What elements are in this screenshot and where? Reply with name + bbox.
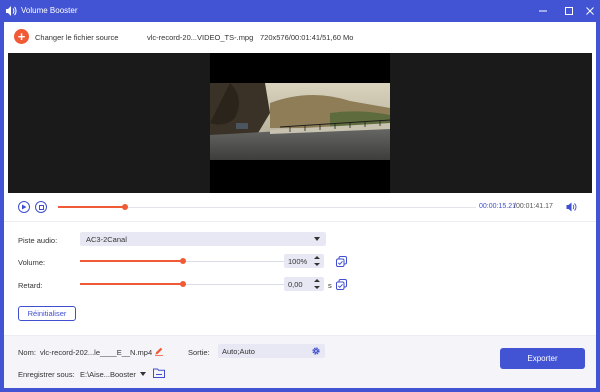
playback-controls: 00:00:15.21 /00:01:41.17 bbox=[8, 195, 592, 219]
apply-all-icon[interactable] bbox=[336, 279, 347, 290]
export-button[interactable]: Exporter bbox=[500, 348, 585, 369]
title-bar: Volume Booster bbox=[0, 0, 600, 22]
current-time: 00:00:15.21 bbox=[479, 203, 516, 210]
speaker-icon[interactable] bbox=[566, 202, 577, 214]
folder-icon[interactable] bbox=[153, 367, 165, 380]
play-icon[interactable] bbox=[18, 201, 30, 213]
output-format-field[interactable]: Auto;Auto bbox=[218, 344, 325, 358]
volume-fill bbox=[80, 260, 183, 262]
edit-icon[interactable] bbox=[154, 346, 164, 358]
source-file-info: 720x576/00:01:41/51,60 Mo bbox=[260, 33, 354, 42]
window-title: Volume Booster bbox=[21, 6, 78, 15]
close-icon[interactable] bbox=[583, 4, 597, 18]
speaker-app-icon bbox=[5, 5, 17, 17]
source-file-name: vlc-record-20...VIDEO_TS-.mpg bbox=[147, 33, 254, 42]
add-file-icon[interactable]: + bbox=[14, 29, 29, 44]
change-source-button[interactable]: Changer le fichier source bbox=[35, 33, 118, 42]
output-footer: Nom: vlc-record-202...le____E__N.mp4 Sor… bbox=[4, 335, 596, 388]
file-bar: + Changer le fichier source vlc-record-2… bbox=[4, 22, 596, 52]
stepper-down-icon[interactable] bbox=[314, 286, 320, 289]
video-preview bbox=[8, 53, 592, 193]
video-frame bbox=[210, 53, 390, 193]
audio-track-select[interactable]: AC3-2Canal bbox=[80, 232, 326, 246]
apply-all-icon[interactable] bbox=[336, 256, 347, 267]
delay-value: 0,00 bbox=[288, 280, 303, 289]
volume-value: 100% bbox=[288, 257, 308, 266]
volume-stepper[interactable]: 100% bbox=[284, 254, 324, 268]
name-label: Nom: bbox=[18, 348, 36, 357]
delay-fill bbox=[80, 283, 183, 285]
settings-panel: Piste audio: AC3-2Canal Volume: 100% Ret… bbox=[4, 221, 596, 334]
save-path-value: E:\Aise...Booster bbox=[80, 370, 136, 379]
volume-handle[interactable] bbox=[180, 258, 186, 264]
stop-icon[interactable] bbox=[35, 201, 47, 213]
output-label: Sortie: bbox=[188, 348, 210, 357]
progress-fill bbox=[58, 206, 125, 208]
save-to-label: Enregistrer sous: bbox=[18, 370, 75, 379]
delay-handle[interactable] bbox=[180, 281, 186, 287]
audio-track-value: AC3-2Canal bbox=[86, 235, 127, 244]
output-file-name: vlc-record-202...le____E__N.mp4 bbox=[40, 348, 153, 357]
audio-track-label: Piste audio: bbox=[18, 236, 58, 245]
delay-stepper[interactable]: 0,00 bbox=[284, 277, 324, 291]
minimize-icon[interactable] bbox=[536, 4, 550, 18]
maximize-icon[interactable] bbox=[562, 4, 576, 18]
stepper-down-icon[interactable] bbox=[314, 263, 320, 266]
video-thumbnail bbox=[210, 83, 390, 160]
gear-icon[interactable] bbox=[311, 346, 321, 358]
chevron-down-icon bbox=[314, 237, 320, 241]
delay-unit: s bbox=[328, 281, 332, 290]
progress-handle[interactable] bbox=[122, 204, 128, 210]
volume-label: Volume: bbox=[18, 258, 46, 267]
stepper-up-icon[interactable] bbox=[314, 279, 320, 282]
chevron-down-icon[interactable] bbox=[140, 372, 146, 376]
output-format-value: Auto;Auto bbox=[222, 347, 255, 356]
total-time: /00:01:41.17 bbox=[514, 203, 553, 210]
delay-label: Retard: bbox=[18, 281, 43, 290]
stepper-up-icon[interactable] bbox=[314, 256, 320, 259]
reset-button[interactable]: Réinitialiser bbox=[18, 306, 76, 321]
